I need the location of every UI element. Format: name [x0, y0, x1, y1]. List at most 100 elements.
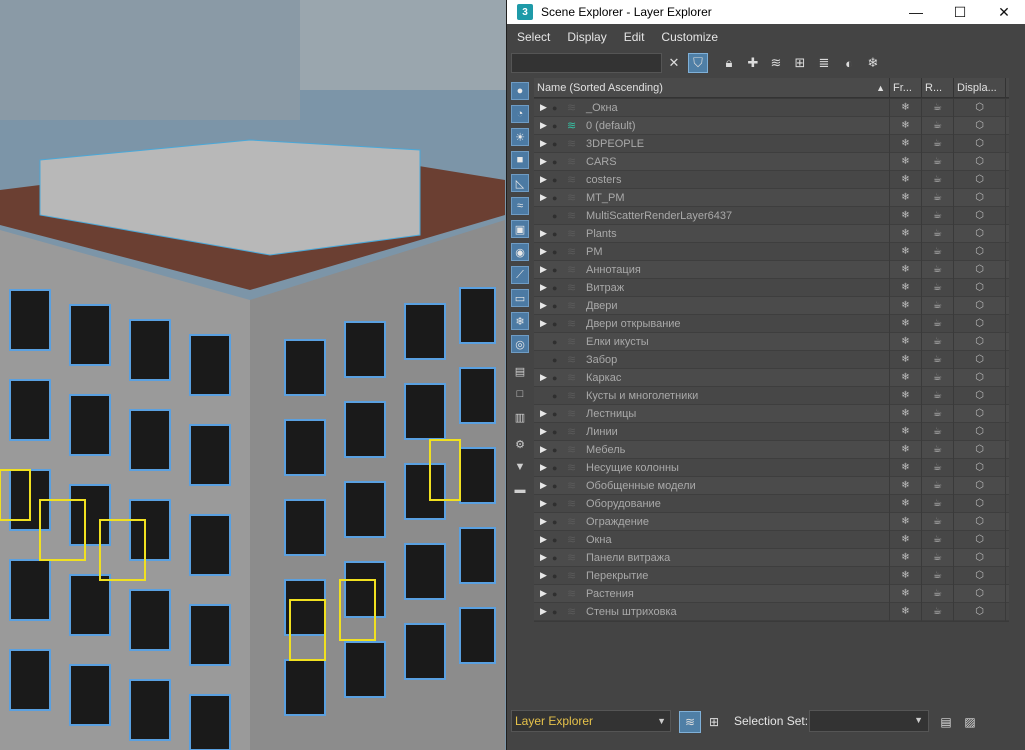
table-row[interactable]: ▶ ● ≋ Аннотация ❄ ☕︎ ⬡ [534, 260, 1009, 279]
render-toggle-icon[interactable]: ☕︎ [922, 224, 954, 243]
hidden-filter-icon[interactable]: ◎ [511, 335, 529, 353]
expand-arrow-icon[interactable]: ▶ [540, 534, 548, 545]
layer-name-cell[interactable]: ▶ ● ≋ Линии [534, 422, 890, 441]
table-row[interactable]: ▶ ● ≋ Каркас ❄ ☕︎ ⬡ [534, 368, 1009, 387]
expand-arrow-icon[interactable]: ▶ [540, 120, 548, 131]
freeze-toggle-icon[interactable]: ❄ [890, 494, 922, 513]
table-row[interactable]: ▶ ● ≋ _Окна ❄ ☕︎ ⬡ [534, 98, 1009, 117]
containers-filter-icon[interactable]: ▭ [511, 289, 529, 307]
table-row[interactable]: ▶ ● ≋ 3DPEOPLE ❄ ☕︎ ⬡ [534, 134, 1009, 153]
render-toggle-icon[interactable]: ☕︎ [922, 116, 954, 135]
layer-name-cell[interactable]: ▶ ● ≋ Витраж [534, 278, 890, 297]
clear-search-icon[interactable]: ✕ [664, 53, 684, 73]
render-toggle-icon[interactable]: ☕︎ [922, 296, 954, 315]
menu-display[interactable]: Display [567, 30, 606, 44]
lights-filter-icon[interactable]: ☀ [511, 128, 529, 146]
column-name[interactable]: Name (Sorted Ascending) ▲ [534, 78, 890, 98]
groups-filter-icon[interactable]: ▣ [511, 220, 529, 238]
expand-arrow-icon[interactable]: ▶ [540, 174, 548, 185]
render-toggle-icon[interactable]: ☕︎ [922, 152, 954, 171]
display-box-icon[interactable]: ⬡ [954, 224, 1006, 243]
layer-icon[interactable]: ≋ [567, 389, 581, 402]
layer-icon[interactable]: ≋ [567, 353, 581, 366]
layer-name-cell[interactable]: ▶ ● ≋ Обобщенные модели [534, 476, 890, 495]
render-toggle-icon[interactable]: ☕︎ [922, 350, 954, 369]
freeze-toggle-icon[interactable]: ❄ [890, 188, 922, 207]
render-toggle-icon[interactable]: ☕︎ [922, 332, 954, 351]
display-invert-icon[interactable]: ▥ [511, 408, 529, 426]
render-toggle-icon[interactable]: ☕︎ [922, 278, 954, 297]
search-input[interactable] [511, 53, 662, 73]
maximize-button[interactable]: ☐ [938, 0, 982, 24]
layer-icon[interactable]: ≋ [567, 587, 581, 600]
display-box-icon[interactable]: ⬡ [954, 494, 1006, 513]
selection-set-edit-button[interactable]: ▤ [935, 711, 957, 733]
display-box-icon[interactable]: ⬡ [954, 170, 1006, 189]
layer-icon[interactable]: ≋ [567, 425, 581, 438]
table-row[interactable]: ▶ ● ≋ Мебель ❄ ☕︎ ⬡ [534, 440, 1009, 459]
table-row[interactable]: ▶ ● ≋ Обобщенные модели ❄ ☕︎ ⬡ [534, 476, 1009, 495]
visibility-icon[interactable]: ● [552, 265, 564, 275]
display-box-icon[interactable]: ⬡ [954, 458, 1006, 477]
table-row[interactable]: ▶ ● ≋ Витраж ❄ ☕︎ ⬡ [534, 278, 1009, 297]
freeze-toggle-icon[interactable]: ❄ [890, 566, 922, 585]
visibility-icon[interactable]: ● [552, 175, 564, 185]
visibility-icon[interactable]: ● [552, 427, 564, 437]
add-to-layer-icon[interactable]: ⊞ [790, 53, 810, 73]
render-toggle-icon[interactable]: ☕︎ [922, 602, 954, 621]
layer-name-cell[interactable]: ▶ ● ≋ CARS [534, 152, 890, 171]
layer-icon[interactable]: ≋ [567, 155, 581, 168]
visibility-icon[interactable]: ● [552, 337, 564, 347]
layer-name-cell[interactable]: ▶ ● ≋ Перекрытие [534, 566, 890, 585]
column-frozen[interactable]: Fr... [890, 78, 922, 98]
render-toggle-icon[interactable]: ☕︎ [922, 494, 954, 513]
visibility-icon[interactable]: ● [552, 535, 564, 545]
render-toggle-icon[interactable]: ☕︎ [922, 188, 954, 207]
layer-icon[interactable]: ≋ [567, 371, 581, 384]
table-row[interactable]: ▶ ● ≋ Несущие колонны ❄ ☕︎ ⬡ [534, 458, 1009, 477]
layer-icon[interactable]: ≋ [567, 533, 581, 546]
geometry-filter-icon[interactable]: ● [511, 82, 529, 100]
visibility-icon[interactable]: ● [552, 355, 564, 365]
visibility-icon[interactable]: ● [552, 283, 564, 293]
freeze-toggle-icon[interactable]: ❄ [890, 278, 922, 297]
layer-name-cell[interactable]: ▶ ● ≋ Двери открывание [534, 314, 890, 333]
expand-arrow-icon[interactable]: ▶ [540, 462, 548, 473]
layer-name-cell[interactable]: ● ≋ Кусты и многолетники [534, 386, 890, 405]
render-toggle-icon[interactable]: ☕︎ [922, 404, 954, 423]
display-box-icon[interactable]: ⬡ [954, 98, 1006, 117]
column-render[interactable]: R... [922, 78, 954, 98]
display-box-icon[interactable]: ⬡ [954, 332, 1006, 351]
render-toggle-icon[interactable]: ☕︎ [922, 512, 954, 531]
freeze-toggle-icon[interactable]: ❄ [890, 440, 922, 459]
render-toggle-icon[interactable]: ☕︎ [922, 206, 954, 225]
layer-icon[interactable]: ≋ [567, 605, 581, 618]
display-box-icon[interactable]: ⬡ [954, 314, 1006, 333]
expand-arrow-icon[interactable]: ▶ [540, 246, 548, 257]
display-box-icon[interactable]: ⬡ [954, 134, 1006, 153]
layer-name-cell[interactable]: ▶ ● ≋ Ограждение [534, 512, 890, 531]
table-row[interactable]: ▶ ● ≋ Стены штриховка ❄ ☕︎ ⬡ [534, 602, 1009, 621]
display-box-icon[interactable]: ⬡ [954, 278, 1006, 297]
render-toggle-icon[interactable]: ☕︎ [922, 476, 954, 495]
funnel-icon[interactable]: ▼ [511, 458, 529, 476]
layer-icon[interactable]: ≋ [567, 299, 581, 312]
display-box-icon[interactable]: ⬡ [954, 548, 1006, 567]
expand-arrow-icon[interactable]: ▶ [540, 318, 548, 329]
layer-icon[interactable]: ≋ [567, 281, 581, 294]
visibility-icon[interactable]: ● [552, 157, 564, 167]
layer-props-icon[interactable]: ◐ [839, 53, 859, 73]
expand-arrow-icon[interactable]: ▶ [540, 498, 548, 509]
visibility-icon[interactable]: ● [552, 571, 564, 581]
table-row[interactable]: ▶ ● ≋ Двери открывание ❄ ☕︎ ⬡ [534, 314, 1009, 333]
layer-name-cell[interactable]: ▶ ● ≋ 3DPEOPLE [534, 134, 890, 153]
render-toggle-icon[interactable]: ☕︎ [922, 170, 954, 189]
expand-arrow-icon[interactable]: ▶ [540, 516, 548, 527]
expand-arrow-icon[interactable]: ▶ [540, 480, 548, 491]
display-all-icon[interactable]: ▤ [511, 362, 529, 380]
freeze-toggle-icon[interactable]: ❄ [890, 116, 922, 135]
display-box-icon[interactable]: ⬡ [954, 530, 1006, 549]
display-box-icon[interactable]: ⬡ [954, 242, 1006, 261]
table-row[interactable]: ▶ ● ≋ Панели витража ❄ ☕︎ ⬡ [534, 548, 1009, 567]
expand-arrow-icon[interactable]: ▶ [540, 192, 548, 203]
